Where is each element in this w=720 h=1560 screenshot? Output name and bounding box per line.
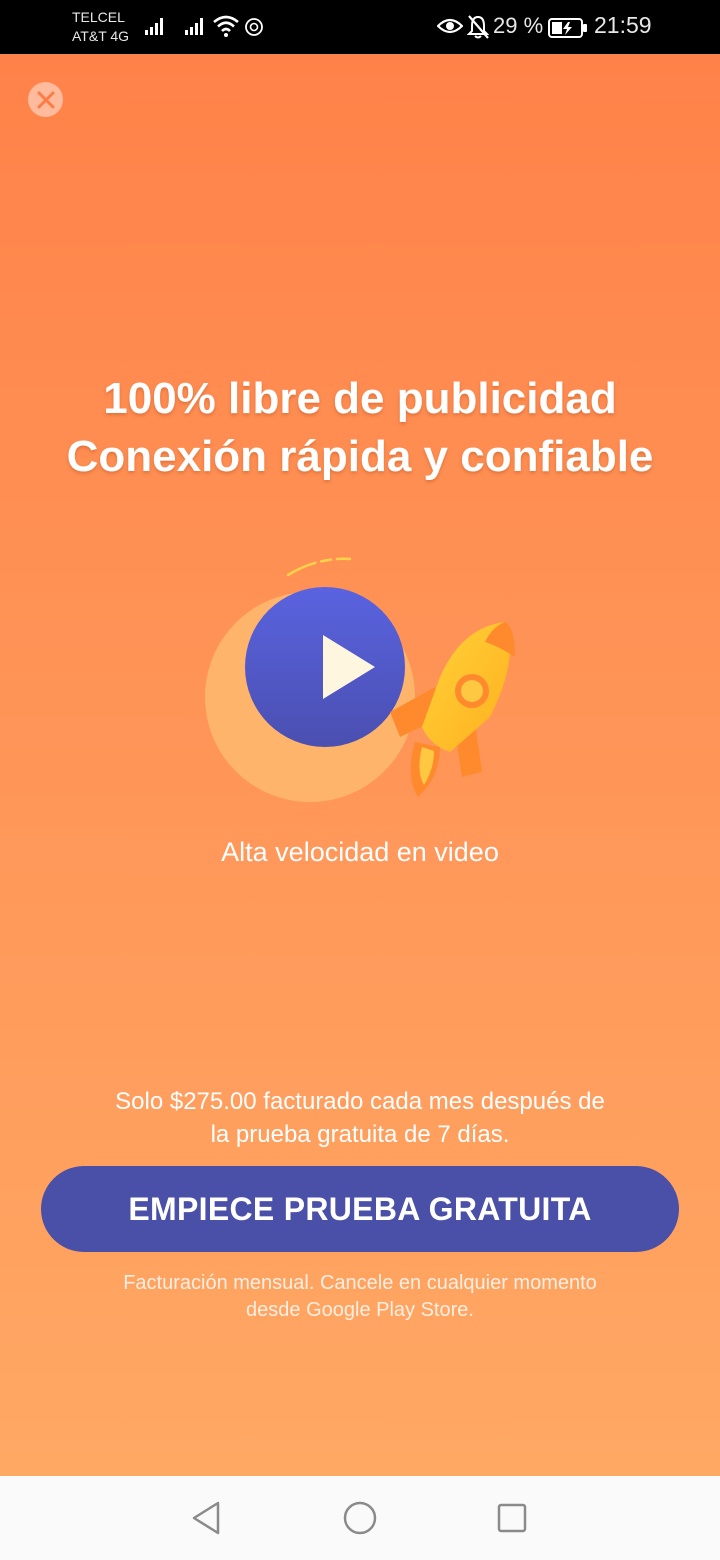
price-text-line-2: la prueba gratuita de 7 días. <box>210 1121 510 1148</box>
rocket-video-illustration <box>205 557 515 802</box>
promo-screen: 100% libre de publicidad Conexión rápida… <box>0 54 720 1476</box>
status-bar: TELCEL AT&T 4G 29 % 21:59 <box>0 0 720 54</box>
clock: 21:59 <box>594 12 652 38</box>
carrier-secondary: AT&T 4G <box>72 28 130 44</box>
home-icon[interactable] <box>343 1501 377 1535</box>
carrier-info: TELCEL AT&T 4G <box>72 8 129 46</box>
fine-print-line-1: Facturación mensual. Cancele en cualquie… <box>123 1272 597 1294</box>
carrier-primary: TELCEL <box>72 9 125 25</box>
fine-print-line-2: desde Google Play Store. <box>246 1299 474 1321</box>
signal-icon <box>145 18 163 35</box>
eye-icon <box>437 18 463 34</box>
recent-apps-icon[interactable] <box>497 1503 527 1533</box>
back-icon[interactable] <box>190 1500 222 1536</box>
bell-off-icon <box>467 15 489 39</box>
navigation-bar <box>0 1476 720 1560</box>
start-free-trial-button[interactable]: EMPIECE PRUEBA GRATUITA <box>41 1166 679 1252</box>
close-button[interactable] <box>28 82 63 117</box>
battery-charging-icon <box>548 18 587 38</box>
wifi-icon <box>213 15 239 37</box>
sync-icon <box>245 18 263 36</box>
battery-percent: 29 % <box>493 13 544 38</box>
headline-line-1: 100% libre de publicidad <box>103 374 617 423</box>
close-icon <box>37 91 54 108</box>
headline-line-2: Conexión rápida y confiable <box>66 432 654 481</box>
signal-icon <box>185 18 203 35</box>
price-text-line-1: Solo $275.00 facturado cada mes después … <box>115 1088 605 1115</box>
feature-caption: Alta velocidad en video <box>221 837 499 867</box>
